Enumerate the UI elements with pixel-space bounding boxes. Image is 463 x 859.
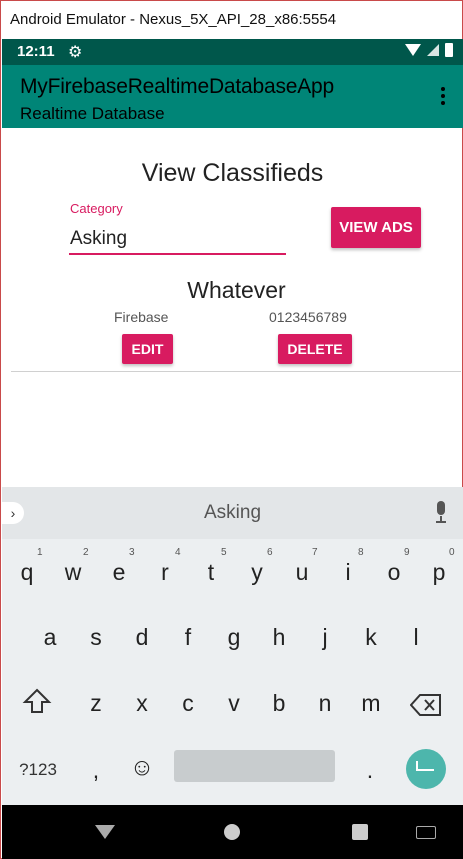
symbols-key[interactable]: ?123 xyxy=(15,745,61,795)
key-y[interactable]: y xyxy=(234,547,280,597)
classified-phone: 0123456789 xyxy=(269,309,347,325)
key-j[interactable]: j xyxy=(302,612,348,662)
comma-key[interactable]: , xyxy=(73,745,119,795)
key-v[interactable]: v xyxy=(211,678,257,728)
battery-icon xyxy=(445,43,453,57)
key-l[interactable]: l xyxy=(393,612,439,662)
signal-icon xyxy=(427,44,439,56)
key-hint-8: 8 xyxy=(358,547,364,558)
keyboard-switch-icon[interactable] xyxy=(416,826,436,839)
divider xyxy=(11,371,461,372)
key-r[interactable]: r xyxy=(142,547,188,597)
shift-icon[interactable] xyxy=(22,686,52,716)
enter-key[interactable] xyxy=(406,749,446,789)
period-key[interactable]: . xyxy=(347,745,393,795)
key-hint-9: 9 xyxy=(404,547,410,558)
key-t[interactable]: t xyxy=(188,547,234,597)
key-w[interactable]: w xyxy=(50,547,96,597)
backspace-icon[interactable] xyxy=(410,694,442,716)
app-bar: MyFirebaseRealtimeDatabaseApp Realtime D… xyxy=(2,65,463,128)
app-subtitle: Realtime Database xyxy=(20,104,165,123)
wifi-icon xyxy=(405,44,421,56)
key-hint-2: 2 xyxy=(83,547,89,558)
key-u[interactable]: u xyxy=(279,547,325,597)
settings-gear-icon: ⚙ xyxy=(68,44,83,61)
edit-button[interactable]: EDIT xyxy=(122,334,173,364)
back-icon[interactable] xyxy=(95,825,115,839)
soft-keyboard: Asking › ?123 , ☺ . q1w2e3r4t5y6u7i8o9p0… xyxy=(2,487,463,805)
enter-icon xyxy=(416,761,434,771)
home-icon[interactable] xyxy=(224,824,240,840)
window-title-bar: Android Emulator - Nexus_5X_API_28_x86:5… xyxy=(1,1,462,39)
page-title: View Classifieds xyxy=(141,159,324,187)
key-g[interactable]: g xyxy=(211,612,257,662)
key-hint-3: 3 xyxy=(129,547,135,558)
recent-apps-icon[interactable] xyxy=(352,824,368,840)
status-icons xyxy=(405,43,453,57)
key-i[interactable]: i xyxy=(325,547,371,597)
key-a[interactable]: a xyxy=(27,612,73,662)
status-time: 12:11 xyxy=(17,43,55,60)
status-bar: 12:11 ⚙ xyxy=(2,39,463,65)
microphone-icon[interactable] xyxy=(434,501,448,525)
navigation-bar xyxy=(2,805,463,859)
emulator-frame: Android Emulator - Nexus_5X_API_28_x86:5… xyxy=(0,0,463,859)
key-q[interactable]: q xyxy=(4,547,50,597)
app-title: MyFirebaseRealtimeDatabaseApp xyxy=(20,75,335,98)
key-hint-1: 1 xyxy=(37,547,43,558)
classified-title: Whatever xyxy=(187,277,286,303)
key-hint-5: 5 xyxy=(221,547,227,558)
key-k[interactable]: k xyxy=(348,612,394,662)
suggestion-word[interactable]: Asking xyxy=(2,502,463,524)
window-title: Android Emulator - Nexus_5X_API_28_x86:5… xyxy=(10,11,337,28)
key-z[interactable]: z xyxy=(73,678,119,728)
key-hint-4: 4 xyxy=(175,547,181,558)
suggestion-strip: Asking › xyxy=(2,487,463,539)
key-d[interactable]: d xyxy=(119,612,165,662)
overflow-menu-icon[interactable] xyxy=(441,87,445,108)
delete-button[interactable]: DELETE xyxy=(278,334,352,364)
emoji-icon[interactable]: ☺ xyxy=(119,743,165,793)
key-e[interactable]: e xyxy=(96,547,142,597)
key-c[interactable]: c xyxy=(165,678,211,728)
key-s[interactable]: s xyxy=(73,612,119,662)
key-f[interactable]: f xyxy=(165,612,211,662)
key-hint-6: 6 xyxy=(267,547,273,558)
key-n[interactable]: n xyxy=(302,678,348,728)
chevron-right-icon[interactable]: › xyxy=(2,502,24,524)
key-hint-0: 0 xyxy=(449,547,455,558)
category-input[interactable] xyxy=(69,225,286,255)
key-o[interactable]: o xyxy=(371,547,417,597)
key-h[interactable]: h xyxy=(256,612,302,662)
key-hint-7: 7 xyxy=(312,547,318,558)
classified-name: Firebase xyxy=(114,309,169,325)
key-b[interactable]: b xyxy=(256,678,302,728)
space-bar[interactable] xyxy=(174,750,335,782)
view-ads-button[interactable]: VIEW ADS xyxy=(331,207,421,248)
key-m[interactable]: m xyxy=(348,678,394,728)
key-x[interactable]: x xyxy=(119,678,165,728)
key-p[interactable]: p xyxy=(416,547,462,597)
category-label: Category xyxy=(70,201,123,216)
